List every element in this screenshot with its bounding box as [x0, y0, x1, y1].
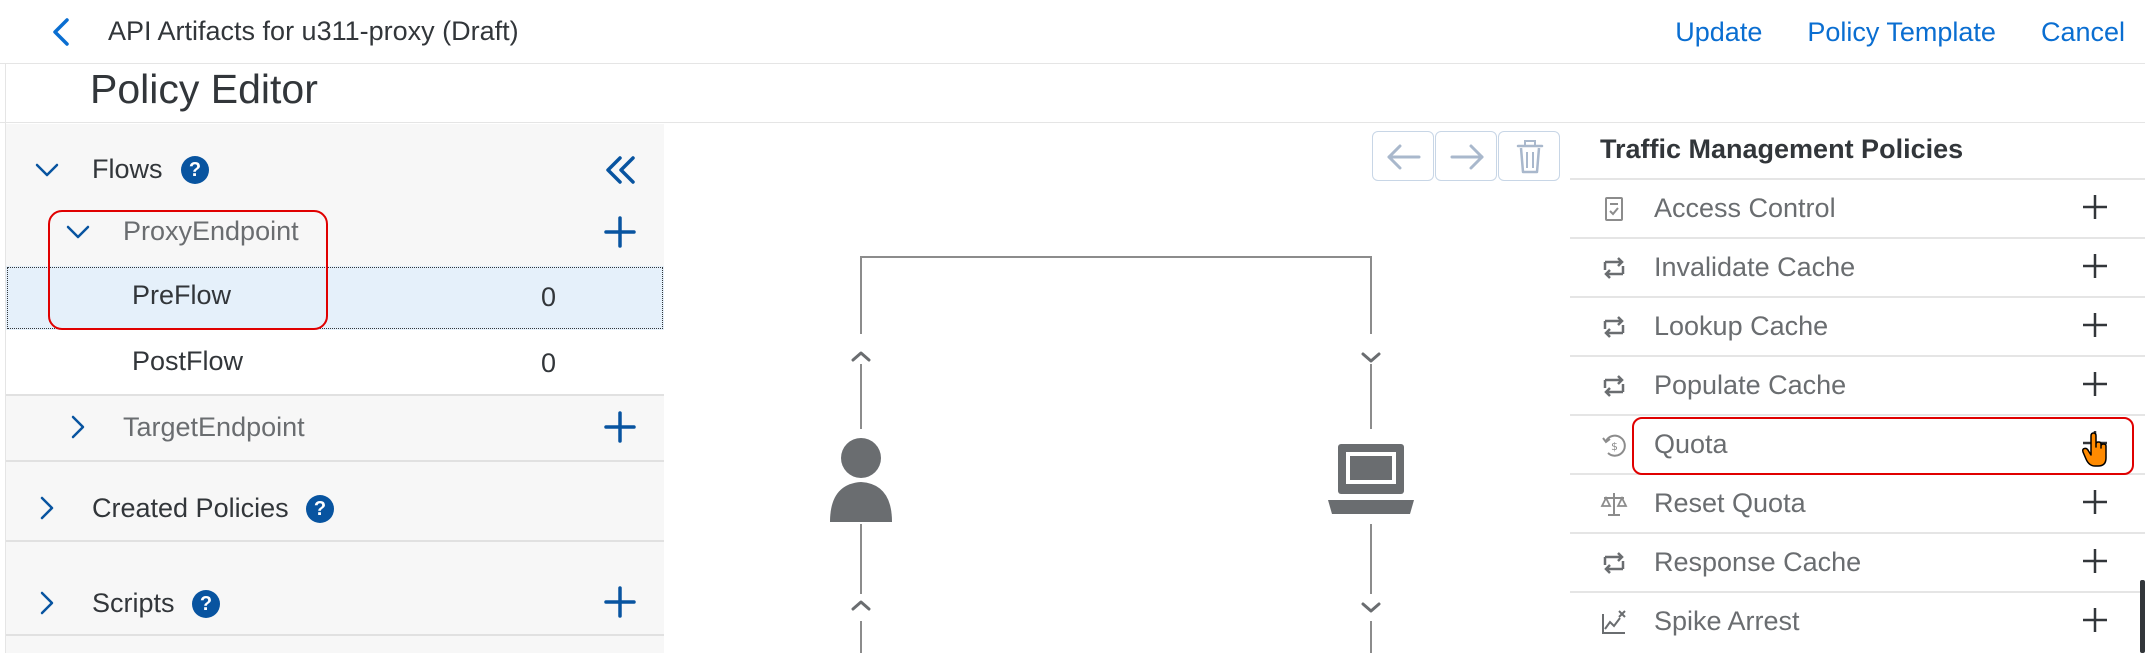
postflow-count: 0	[541, 348, 557, 378]
created-policies-label: Created Policies	[92, 493, 289, 523]
arrow-left-icon	[1387, 144, 1421, 170]
app-header: API Artifacts for u311-proxy (Draft) Upd…	[0, 0, 2145, 64]
preflow-count: 0	[541, 282, 557, 312]
tree-row-postflow[interactable]: PostFlow 0	[6, 330, 664, 394]
policy-item-access-control[interactable]: Access Control	[1570, 180, 2145, 239]
add-policy-icon[interactable]	[2078, 603, 2112, 637]
divider	[6, 634, 664, 636]
flow-canvas	[664, 124, 1566, 653]
chevron-right-icon[interactable]	[32, 588, 62, 618]
scale-icon	[1600, 493, 1628, 516]
tree-row-flows[interactable]: Flows ?	[6, 138, 664, 202]
cache-icon	[1603, 552, 1625, 574]
document-icon	[1605, 197, 1623, 221]
add-policy-icon[interactable]	[2078, 485, 2112, 519]
hand-cursor-icon	[2081, 432, 2107, 467]
policy-item-lookup-cache[interactable]: Lookup Cache	[1570, 298, 2145, 357]
collapse-panel-icon[interactable]	[602, 152, 638, 188]
quota-icon: $	[1602, 434, 1626, 457]
policy-item-response-cache[interactable]: Response Cache	[1570, 534, 2145, 593]
add-policy-icon[interactable]	[2078, 367, 2112, 401]
policy-item-spike-arrest[interactable]: Spike Arrest	[1570, 593, 2145, 652]
flows-label: Flows	[92, 154, 163, 184]
chevron-down-icon[interactable]	[32, 155, 62, 185]
policy-item-populate-cache[interactable]: Populate Cache	[1570, 357, 2145, 416]
policy-label: Lookup Cache	[1654, 311, 1829, 341]
scrollbar-thumb[interactable]	[2140, 580, 2145, 653]
policy-label: Invalidate Cache	[1654, 252, 1856, 282]
flows-panel: Flows ? ProxyEndpoint PreFlow 0 PostFlow…	[6, 124, 664, 653]
policy-palette: Traffic Management Policies Access Contr…	[1566, 124, 2145, 653]
policy-item-reset-quota[interactable]: Reset Quota	[1570, 475, 2145, 534]
target-endpoint-label: TargetEndpoint	[123, 412, 305, 442]
delete-button[interactable]	[1498, 131, 1560, 181]
trash-icon	[1516, 140, 1544, 174]
tree-row-created-policies[interactable]: Created Policies ?	[6, 476, 664, 540]
add-policy-icon[interactable]	[2078, 544, 2112, 578]
add-target-endpoint-icon[interactable]	[602, 409, 638, 445]
add-script-icon[interactable]	[602, 584, 638, 620]
cancel-button[interactable]: Cancel	[2041, 14, 2145, 50]
cache-icon	[1603, 257, 1625, 279]
user-icon	[830, 438, 892, 522]
highlight-annotation	[48, 210, 328, 330]
add-policy-icon[interactable]	[2078, 190, 2112, 224]
policy-item-invalidate-cache[interactable]: Invalidate Cache	[1570, 239, 2145, 298]
help-icon[interactable]: ?	[306, 495, 334, 523]
page-title: Policy Editor	[90, 66, 318, 112]
help-icon[interactable]: ?	[181, 156, 209, 184]
scripts-label: Scripts	[92, 588, 175, 618]
svg-text:$: $	[1611, 440, 1618, 453]
laptop-icon	[1328, 444, 1414, 514]
spike-icon	[1602, 610, 1626, 634]
postflow-label: PostFlow	[132, 346, 244, 376]
add-policy-icon[interactable]	[2078, 308, 2112, 342]
header-title: API Artifacts for u311-proxy (Draft)	[108, 16, 519, 46]
move-right-button[interactable]	[1435, 131, 1497, 181]
help-icon[interactable]: ?	[192, 590, 220, 618]
tree-row-scripts[interactable]: Scripts ?	[6, 570, 664, 634]
add-policy-icon[interactable]	[2078, 249, 2112, 283]
cache-icon	[1603, 375, 1625, 397]
move-left-button[interactable]	[1372, 131, 1434, 181]
policy-label: Populate Cache	[1654, 370, 1847, 400]
policy-template-button[interactable]: Policy Template	[1807, 14, 1996, 50]
chevron-right-icon[interactable]	[32, 493, 62, 523]
highlight-annotation	[1632, 417, 2134, 475]
flow-diagram	[851, 256, 1381, 653]
update-button[interactable]: Update	[1675, 14, 1762, 50]
back-button[interactable]	[44, 14, 80, 50]
policy-label: Spike Arrest	[1654, 606, 1800, 636]
header-actions: Update Policy Template Cancel	[1675, 14, 2145, 50]
policy-label: Access Control	[1654, 193, 1836, 223]
divider	[6, 460, 664, 462]
divider	[6, 540, 664, 542]
policy-label: Reset Quota	[1654, 488, 1806, 518]
palette-heading: Traffic Management Policies	[1600, 134, 1964, 164]
chevron-right-icon[interactable]	[63, 412, 93, 442]
policy-label: Response Cache	[1654, 547, 1862, 577]
add-proxy-endpoint-icon[interactable]	[602, 214, 638, 250]
title-divider	[0, 122, 2145, 123]
chevron-left-icon	[53, 18, 69, 46]
cache-icon	[1603, 316, 1625, 338]
arrow-right-icon	[1450, 144, 1484, 170]
tree-row-target-endpoint[interactable]: TargetEndpoint	[6, 396, 664, 460]
